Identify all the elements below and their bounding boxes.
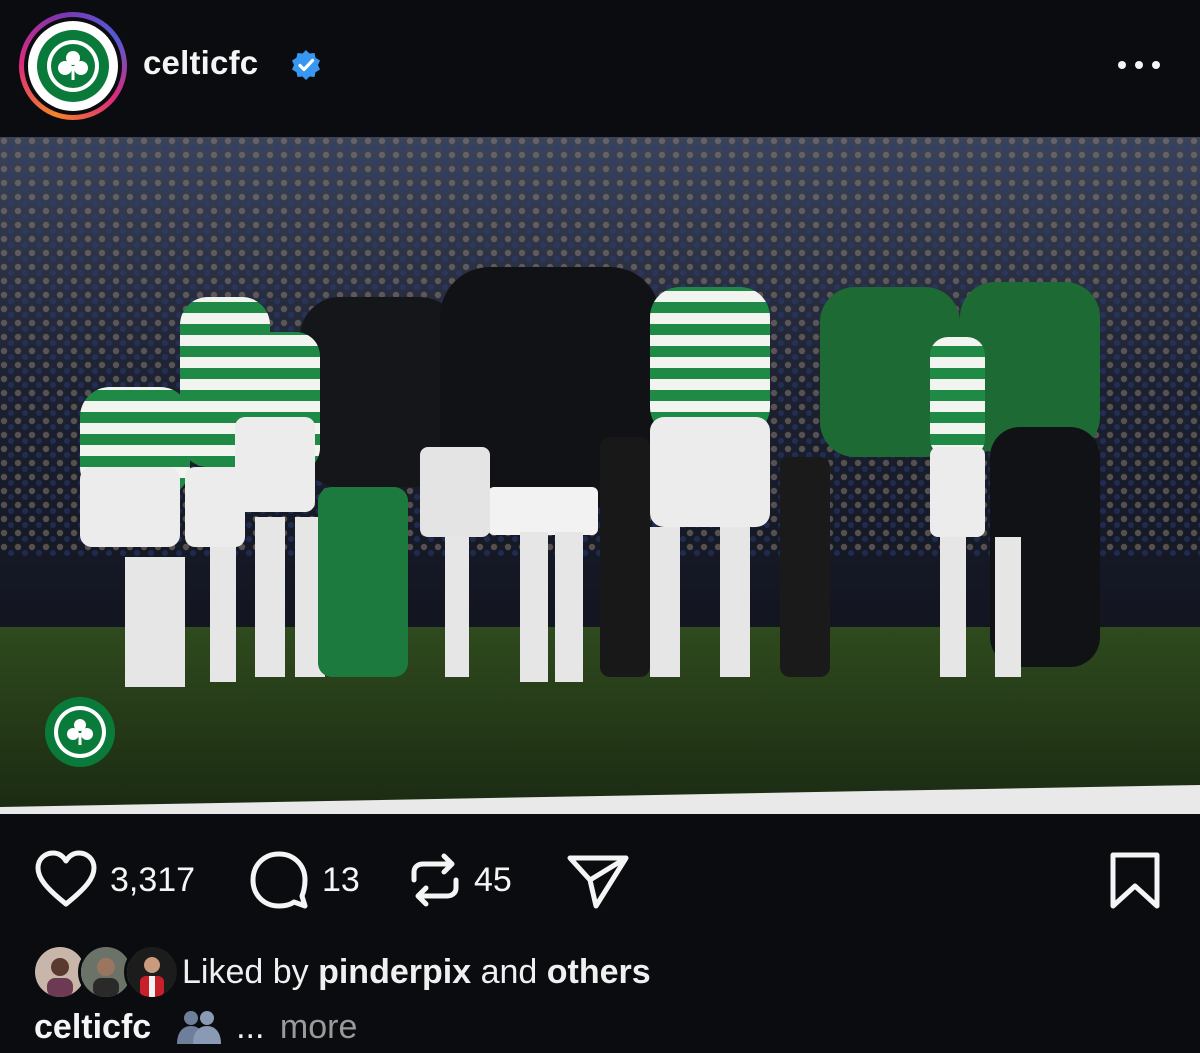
repost-icon: [408, 850, 462, 910]
people-hugging-emoji-icon: [171, 1008, 227, 1044]
comments-count: 13: [322, 860, 360, 899]
liked-by-row[interactable]: Liked by pinderpix and others: [30, 940, 1190, 1002]
send-icon: [566, 850, 630, 910]
photo-club-logo: [45, 697, 115, 767]
post-photo[interactable]: [0, 137, 1200, 814]
more-options-button[interactable]: [1112, 50, 1166, 80]
verified-badge-icon: [292, 50, 320, 80]
post-username[interactable]: celticfc: [143, 44, 258, 82]
liker-avatar: [124, 944, 180, 1000]
ellipsis-icon: [1118, 61, 1126, 69]
save-button[interactable]: [1108, 840, 1162, 920]
liked-by-others-link[interactable]: others: [547, 953, 651, 991]
liked-by-joiner: and: [480, 953, 538, 991]
heart-icon: [34, 850, 98, 910]
liked-by-prefix: Liked by: [182, 953, 309, 991]
celtic-crest-avatar: [28, 21, 118, 111]
liked-by-user-link[interactable]: pinderpix: [318, 953, 471, 991]
caption-more-link[interactable]: more: [280, 1008, 357, 1046]
profile-avatar-story-ring[interactable]: [19, 12, 127, 120]
post-actions-bar: 3,317 13 45: [0, 840, 1200, 920]
like-button[interactable]: 3,317: [34, 840, 195, 920]
caption-username[interactable]: celticfc: [34, 1008, 151, 1046]
comment-bubble-icon: [248, 849, 310, 911]
post-caption: celticfc ... more: [34, 1008, 357, 1047]
share-button[interactable]: [566, 840, 630, 920]
post-header: celticfc: [0, 0, 1200, 130]
likes-count: 3,317: [110, 860, 196, 899]
liked-by-text: Liked by pinderpix and others: [182, 953, 651, 992]
repost-button[interactable]: 45: [408, 840, 512, 920]
caption-ellipsis: ...: [236, 1008, 265, 1046]
reposts-count: 45: [474, 860, 512, 899]
bookmark-icon: [1108, 850, 1162, 910]
comment-button[interactable]: 13: [248, 840, 360, 920]
